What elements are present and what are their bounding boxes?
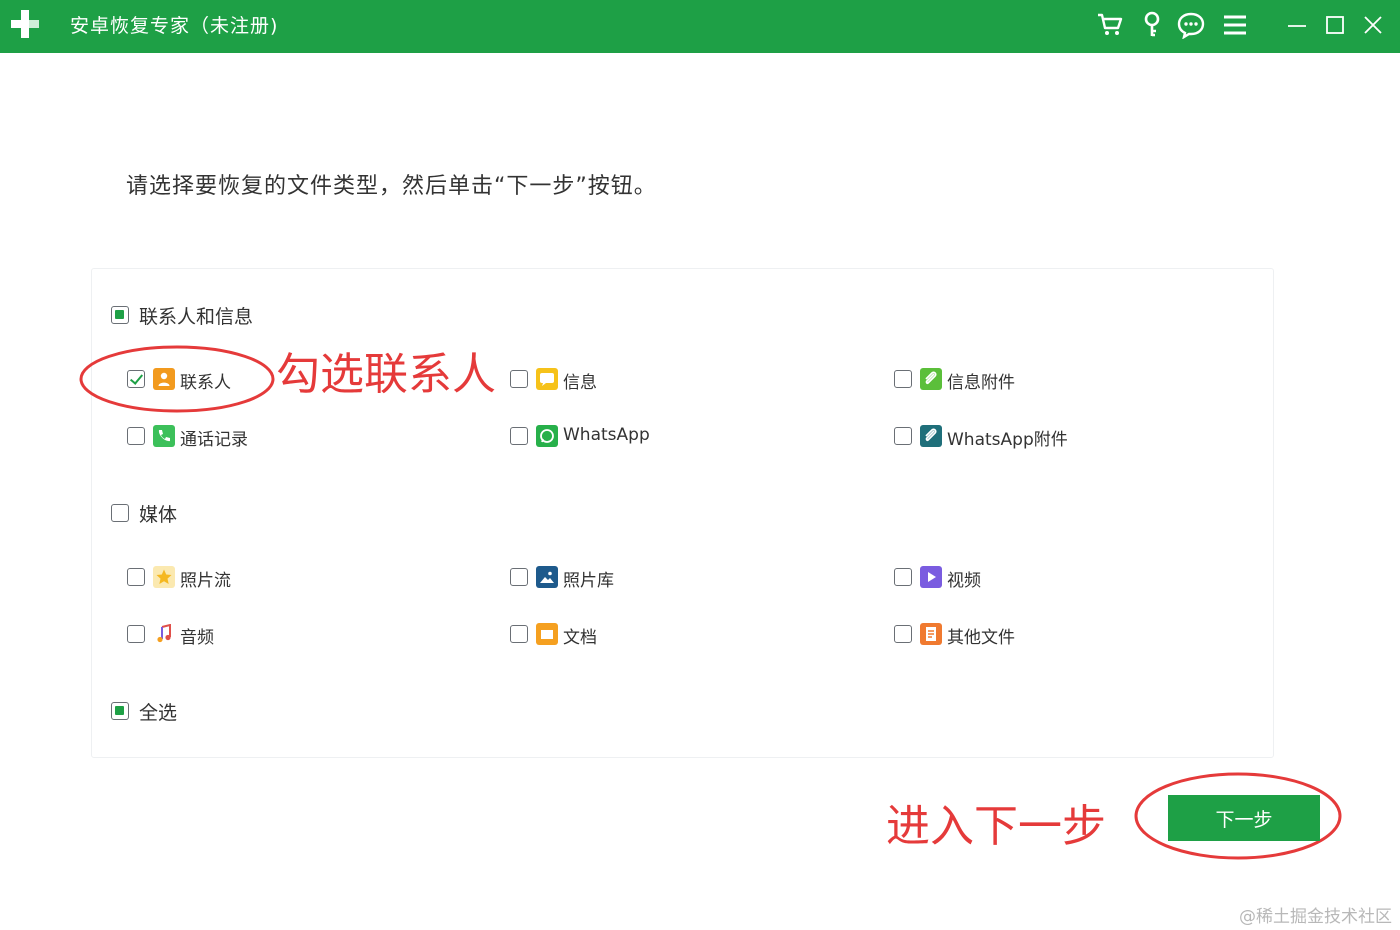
- close-icon[interactable]: [1358, 10, 1388, 40]
- file-type-panel: [91, 268, 1274, 758]
- call-log-label: 通话记录: [180, 430, 248, 450]
- plus-logo-icon: [11, 10, 39, 38]
- cart-icon[interactable]: [1095, 10, 1125, 40]
- message-icon: [536, 368, 558, 390]
- contacts-label: 联系人: [180, 373, 231, 393]
- select-all-label: 全选: [139, 702, 178, 724]
- group-media-label: 媒体: [139, 504, 178, 526]
- contacts-hint-annotation: 勾选联系人: [276, 349, 496, 400]
- minimize-icon[interactable]: [1282, 10, 1312, 40]
- documents-label: 文档: [563, 628, 597, 648]
- menu-icon[interactable]: [1220, 10, 1250, 40]
- attachment-icon: [920, 368, 942, 390]
- other-files-checkbox[interactable]: [894, 625, 912, 643]
- whatsapp-attachments-label: WhatsApp附件: [947, 430, 1068, 450]
- video-checkbox[interactable]: [894, 568, 912, 586]
- video-icon: [920, 566, 942, 588]
- next-step-button[interactable]: 下一步: [1168, 795, 1320, 841]
- group-media-checkbox[interactable]: [111, 504, 129, 522]
- select-all-checkbox[interactable]: [111, 702, 129, 720]
- contacts-icon: [153, 368, 175, 390]
- phone-icon: [153, 425, 175, 447]
- photo-library-checkbox[interactable]: [510, 568, 528, 586]
- watermark: @稀土掘金技术社区: [1239, 907, 1392, 927]
- whatsapp-icon: [536, 425, 558, 447]
- messages-label: 信息: [563, 373, 597, 393]
- audio-icon: [153, 623, 175, 645]
- audio-checkbox[interactable]: [127, 625, 145, 643]
- other-files-label: 其他文件: [947, 628, 1015, 648]
- call-log-checkbox[interactable]: [127, 427, 145, 445]
- message-attachments-checkbox[interactable]: [894, 370, 912, 388]
- messages-checkbox[interactable]: [510, 370, 528, 388]
- other-files-icon: [920, 623, 942, 645]
- contacts-checkbox[interactable]: [127, 370, 145, 388]
- photo-library-label: 照片库: [563, 571, 614, 591]
- group-contacts-messages-label: 联系人和信息: [139, 306, 254, 328]
- instruction-text: 请选择要恢复的文件类型，然后单击“下一步”按钮。: [126, 174, 657, 199]
- document-icon: [536, 623, 558, 645]
- key-icon[interactable]: [1137, 10, 1167, 40]
- app-title: 安卓恢复专家（未注册): [70, 15, 279, 37]
- message-attachments-label: 信息附件: [947, 373, 1015, 393]
- photo-library-icon: [536, 566, 558, 588]
- documents-checkbox[interactable]: [510, 625, 528, 643]
- whatsapp-checkbox[interactable]: [510, 427, 528, 445]
- photostream-label: 照片流: [180, 571, 231, 591]
- maximize-icon[interactable]: [1320, 10, 1350, 40]
- whatsapp-attachment-icon: [920, 425, 942, 447]
- group-contacts-messages-checkbox[interactable]: [111, 306, 129, 324]
- whatsapp-attachments-checkbox[interactable]: [894, 427, 912, 445]
- whatsapp-label: WhatsApp: [563, 425, 650, 445]
- audio-label: 音频: [180, 628, 214, 648]
- photostream-checkbox[interactable]: [127, 568, 145, 586]
- title-bar: 安卓恢复专家（未注册): [0, 0, 1400, 53]
- video-label: 视频: [947, 571, 981, 591]
- photostream-icon: [153, 566, 175, 588]
- next-hint-annotation: 进入下一步: [886, 801, 1106, 852]
- chat-icon[interactable]: [1176, 10, 1206, 40]
